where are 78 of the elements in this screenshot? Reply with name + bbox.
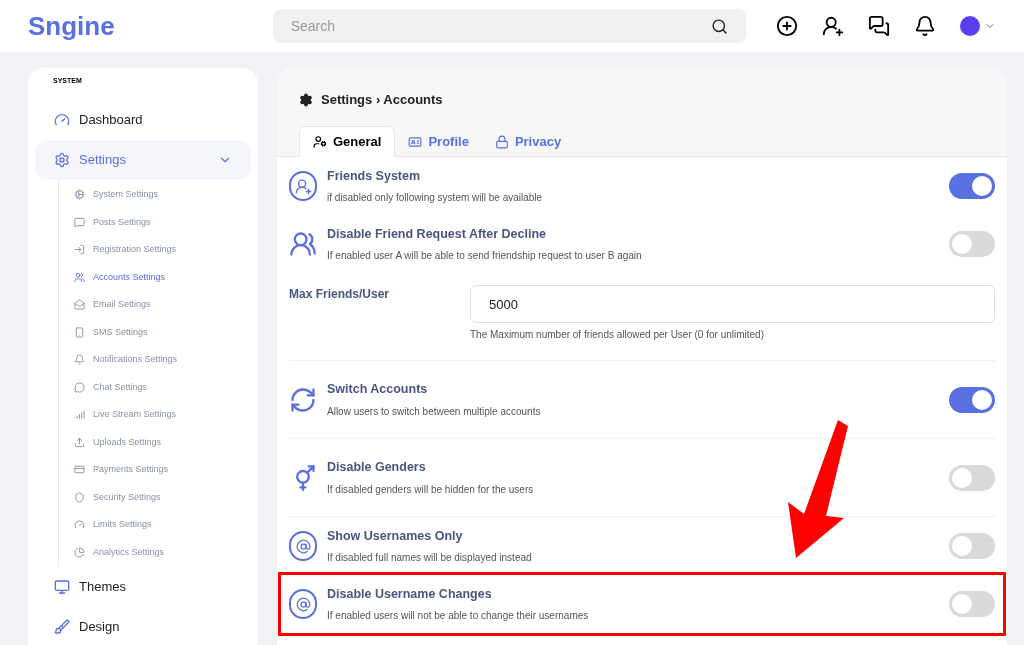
add-user-icon: [289, 171, 317, 201]
submenu-item[interactable]: Notifications Settings: [59, 346, 251, 374]
tab-icon: [494, 134, 509, 149]
menu-icon: [74, 381, 85, 393]
submenu-item[interactable]: Posts Settings: [59, 208, 251, 236]
toggle-switch[interactable]: [949, 464, 995, 491]
setting-title: Friends System: [327, 167, 422, 185]
menu-icon: [74, 491, 85, 503]
submenu-item[interactable]: Security Settings: [59, 483, 251, 511]
menu-icon: [74, 546, 85, 558]
setting-title: Disable Username Changes: [327, 585, 493, 603]
toggle-switch[interactable]: [949, 173, 995, 199]
submenu-item[interactable]: Email Settings: [59, 291, 251, 319]
sidebar-item[interactable]: Dashboard: [35, 100, 251, 140]
breadcrumb: Settings › Accounts: [321, 91, 443, 110]
tab[interactable]: General: [299, 126, 396, 157]
menu-icon: [74, 519, 85, 531]
submenu-item[interactable]: Limits Settings: [59, 511, 251, 539]
submenu-item[interactable]: Live Stream Settings: [59, 401, 251, 429]
submenu-item[interactable]: Uploads Settings: [59, 428, 251, 456]
refresh-icon: [289, 385, 317, 414]
setting-title: Disable Friend Request After Decline: [327, 225, 548, 243]
menu-icon: [74, 326, 85, 338]
setting-description: If disabled genders will be hidden for the users: [327, 482, 535, 497]
submenu-item[interactable]: SMS Settings: [59, 318, 251, 346]
tab[interactable]: Privacy: [481, 126, 575, 157]
menu-icon: [74, 354, 85, 366]
setting-title: Switch Accounts: [327, 381, 429, 399]
menu-icon: [54, 112, 70, 128]
setting-description: If enabled user A will be able to send friendship request to user B again: [327, 249, 643, 264]
setting-description: If disabled full names will be displayed instead: [327, 551, 533, 566]
setting-label: Max Friends/User: [289, 286, 391, 303]
tab-icon: [408, 134, 423, 149]
toggle-switch[interactable]: [949, 591, 995, 617]
at-sign-icon: [289, 589, 317, 619]
setting-description: If enabled users will not be able to change their usernames: [327, 609, 590, 624]
setting-title: Disable Genders: [327, 459, 427, 477]
avatar[interactable]: [960, 16, 980, 36]
at-sign-icon: [289, 531, 317, 561]
messages-icon[interactable]: [868, 15, 890, 37]
add-icon[interactable]: [776, 15, 798, 37]
search-input[interactable]: Search: [290, 15, 691, 37]
field-hint: The Maximum number of friends allowed per User (0 for unlimited): [470, 328, 765, 342]
setting-title: Show Usernames Only: [327, 527, 464, 545]
menu-icon: [54, 619, 70, 635]
submenu-item[interactable]: Payments Settings: [59, 456, 251, 484]
sidebar-item[interactable]: Design: [35, 607, 251, 645]
gear-icon: [299, 93, 313, 107]
submenu-item[interactable]: System Settings: [59, 181, 251, 209]
search-icon[interactable]: [711, 17, 728, 35]
submenu-item[interactable]: Registration Settings: [59, 236, 251, 264]
submenu-item[interactable]: Analytics Settings: [59, 538, 251, 566]
logo[interactable]: Sngine: [28, 6, 273, 46]
submenu-item[interactable]: Accounts Settings: [59, 263, 251, 291]
tab[interactable]: Profile: [395, 126, 482, 157]
setting-description: if disabled only following system will be available: [327, 191, 544, 206]
menu-icon: [54, 579, 70, 595]
setting-description: Allow users to switch between multiple accounts: [327, 404, 542, 419]
sidebar-item[interactable]: Settings: [35, 140, 251, 180]
submenu-item[interactable]: Chat Settings: [59, 373, 251, 401]
menu-icon: [74, 464, 85, 476]
search-field[interactable]: Search: [272, 9, 746, 43]
number-field[interactable]: 5000: [470, 285, 995, 323]
toggle-switch[interactable]: [949, 533, 995, 559]
toggle-switch[interactable]: [949, 231, 995, 257]
menu-icon: [74, 216, 85, 228]
menu-icon: [74, 409, 85, 421]
menu-icon: [54, 152, 70, 168]
menu-icon: [74, 271, 85, 283]
menu-icon: [74, 299, 85, 311]
menu-icon: [74, 436, 85, 448]
notifications-icon[interactable]: [914, 15, 936, 37]
sidebar-item[interactable]: Themes: [35, 567, 251, 607]
menu-icon: [74, 189, 85, 201]
tab-icon: [313, 134, 327, 149]
toggle-switch[interactable]: [949, 386, 995, 413]
menu-icon: [74, 244, 85, 256]
add-user-icon[interactable]: [822, 15, 844, 37]
